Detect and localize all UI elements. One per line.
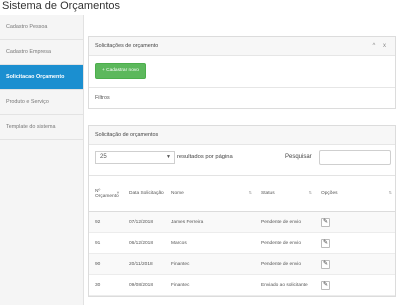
cell-options: ✎ (315, 232, 395, 254)
page-size-value: 25 (100, 154, 107, 160)
cell-number: 30 (89, 274, 123, 296)
cell-name: James Ferreira (165, 211, 255, 233)
cell-name: Finantec (165, 253, 255, 275)
sort-icon: ⇅ (158, 190, 162, 195)
sort-icon: ⇅ (248, 190, 252, 195)
requests-panel-title: Solicitações de orçamento (95, 43, 159, 49)
app-title: Sistema de Orçamentos (2, 0, 120, 12)
sidebar-item-cadastro-empresa[interactable]: Cadastro Empresa (0, 40, 83, 65)
cell-date: 06/12/2018 (123, 232, 165, 254)
table-row: 92 07/12/2018 James Ferreira Pendente de… (89, 211, 395, 233)
search-label: Pesquisar (285, 154, 312, 160)
column-header-options-label: Opções (321, 191, 338, 196)
pencil-icon[interactable]: ✎ (321, 280, 330, 290)
per-page-label: resultados por página (177, 154, 233, 160)
cell-status: Enviado ao solicitante (255, 274, 315, 296)
column-header-name-label: Nome (171, 191, 184, 196)
column-header-status[interactable]: Status ⇅ (255, 175, 315, 212)
main-content: Solicitações de orçamento ^ x + Cadastra… (88, 36, 396, 297)
cell-number: 92 (89, 211, 123, 233)
cell-number: 91 (89, 232, 123, 254)
search-input[interactable] (319, 150, 391, 165)
cell-name: Marcos (165, 232, 255, 254)
table-header-row: Nº Orçamento ▼ Data Solicitação ⇅ Nome ⇅ St… (89, 175, 395, 212)
column-header-status-label: Status (261, 191, 275, 196)
cell-date: 20/11/2018 (123, 253, 165, 275)
pencil-icon[interactable]: ✎ (321, 238, 330, 248)
sort-icon: ⇅ (388, 190, 392, 195)
cell-options: ✎ (315, 274, 395, 296)
sidebar-item-produto-servico[interactable]: Produto e Serviço (0, 90, 83, 115)
table-row: 30 09/08/2018 Finantec Enviado ao solici… (89, 274, 395, 296)
cell-date: 09/08/2018 (123, 274, 165, 296)
list-panel-header: Solicitação de orçamentos (89, 126, 395, 145)
list-panel-title: Solicitação de orçamentos (95, 132, 159, 138)
table-row: 91 06/12/2018 Marcos Pendente de envio ✎ (89, 232, 395, 254)
pencil-icon[interactable]: ✎ (321, 259, 330, 269)
table-row: 90 20/11/2018 Finantec Pendente de envio… (89, 253, 395, 275)
column-header-number[interactable]: Nº Orçamento ▼ (89, 175, 123, 212)
requests-panel: Solicitações de orçamento ^ x + Cadastra… (88, 36, 396, 109)
sidebar-item-template-sistema[interactable]: Template do sistema (0, 115, 83, 140)
column-header-name[interactable]: Nome ⇅ (165, 175, 255, 212)
cell-status: Pendente de envio (255, 232, 315, 254)
requests-panel-body: + Cadastrar novo (89, 56, 395, 88)
list-panel: Solicitação de orçamentos 25 ▼ resultado… (88, 125, 396, 297)
requests-panel-header: Solicitações de orçamento ^ x (89, 37, 395, 56)
cell-status: Pendente de envio (255, 253, 315, 275)
table-controls: 25 ▼ resultados por página Pesquisar (89, 145, 395, 175)
page-size-select[interactable]: 25 ▼ (95, 151, 175, 164)
panel-tools-icon[interactable]: ^ x (373, 37, 389, 56)
cell-options: ✎ (315, 211, 395, 233)
cell-options: ✎ (315, 253, 395, 275)
chevron-down-icon: ▼ (166, 154, 171, 160)
filters-label[interactable]: Filtros (89, 88, 395, 108)
cell-date: 07/12/2018 (123, 211, 165, 233)
sidebar: Cadastro Pessoa Cadastro Empresa Solicit… (0, 15, 84, 305)
cell-status: Pendente de envio (255, 211, 315, 233)
add-new-button[interactable]: + Cadastrar novo (95, 63, 146, 79)
pencil-icon[interactable]: ✎ (321, 217, 330, 227)
sidebar-item-solicitacao-orcamento[interactable]: Solicitacao Orçamento (0, 65, 83, 90)
sort-icon: ⇅ (308, 190, 312, 195)
column-header-date[interactable]: Data Solicitação ⇅ (123, 175, 165, 212)
sidebar-item-cadastro-pessoa[interactable]: Cadastro Pessoa (0, 15, 83, 40)
column-header-options[interactable]: Opções ⇅ (315, 175, 395, 212)
cell-number: 90 (89, 253, 123, 275)
sort-icon: ▼ (116, 190, 120, 195)
cell-name: Finantec (165, 274, 255, 296)
quotes-table: Nº Orçamento ▼ Data Solicitação ⇅ Nome ⇅ St… (89, 175, 395, 296)
